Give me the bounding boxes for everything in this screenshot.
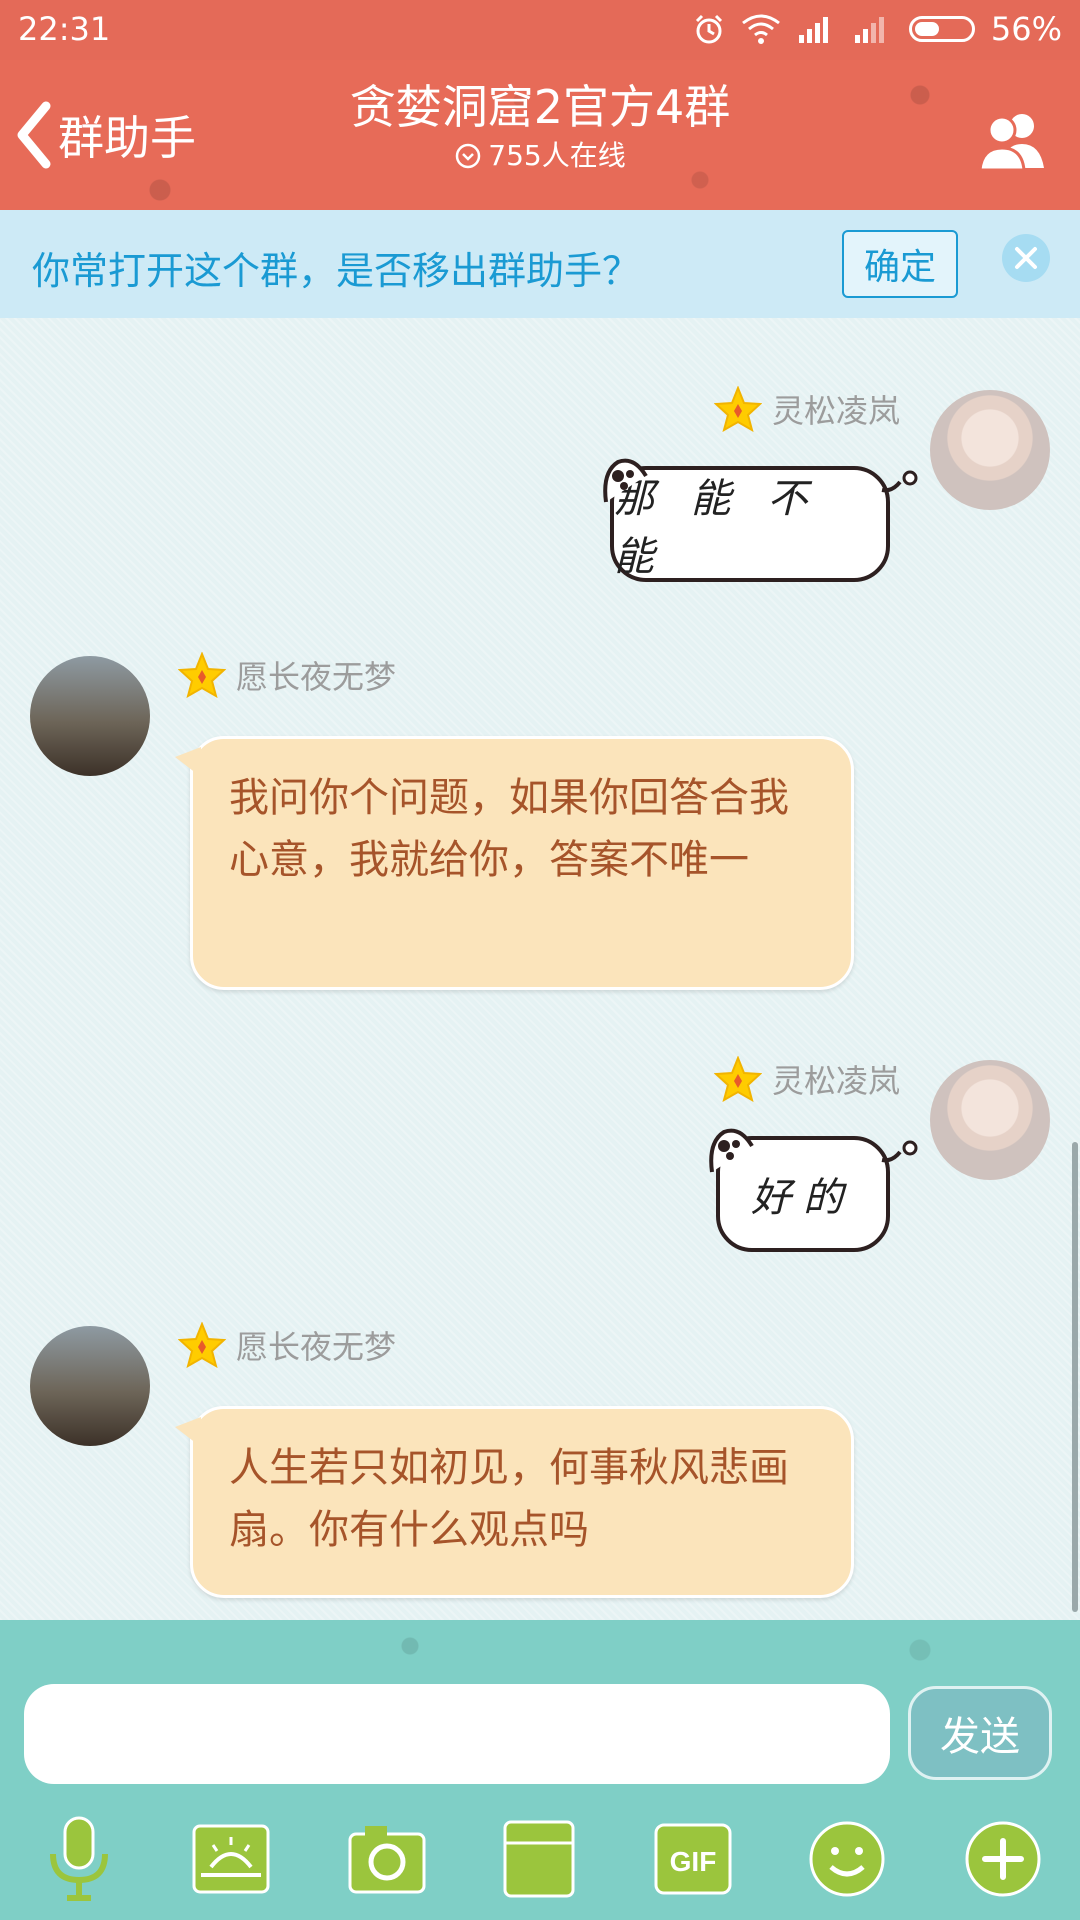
file-button[interactable] [496,1816,582,1902]
assistant-notice-bar: 你常打开这个群，是否移出群助手？ 确定 [0,210,1080,318]
battery-percent: 56% [990,10,1062,48]
send-button[interactable]: 发送 [908,1686,1052,1780]
ghost-tail-icon [881,1140,918,1163]
sender-name: 灵松凌岚 [771,392,900,430]
gif-icon: GIF [654,1823,732,1895]
avatar[interactable] [930,390,1050,510]
sender-name: 愿长夜无梦 [236,1328,397,1366]
close-notice-button[interactable] [1002,234,1050,282]
alarm-icon [695,14,722,44]
star-icon [713,1056,762,1102]
plus-icon [965,1821,1041,1897]
status-icons: 56% [693,10,1062,48]
ghost-bubble-decoration-icon [603,458,648,503]
star-icon [178,1322,226,1368]
emoji-button[interactable] [804,1816,890,1902]
gif-label: GIF [670,1846,717,1877]
ghost-bubble-decoration-icon [709,1128,754,1173]
back-button[interactable]: 群助手 [14,100,196,170]
group-members-icon[interactable] [976,108,1052,172]
avatar[interactable] [30,656,150,776]
message-text: 我问你个问题，如果你回答合我心意，我就给你，答案不唯一 [229,775,789,883]
message-bubble[interactable]: 人生若只如初见，何事秋风悲画扇。你有什么观点吗 [175,1406,854,1598]
signal-icon [798,17,828,43]
sender-row: 灵松凌岚 [713,1056,900,1102]
emoji-icon [809,1821,885,1897]
chevron-down-circle-icon [456,143,481,169]
status-bar: 22:31 56% [0,0,1080,60]
message-text: 人生若只如初见，何事秋风悲画扇。你有什么观点吗 [229,1445,789,1553]
voice-button[interactable] [36,1816,122,1902]
camera-button[interactable] [344,1816,430,1902]
page-title: 贪婪洞窟2官方4群 [349,80,731,134]
close-icon [1015,247,1037,269]
more-button[interactable] [960,1816,1046,1902]
folder-icon [503,1820,575,1898]
sender-row: 灵松凌岚 [713,386,900,432]
ghost-tail-icon [881,470,918,493]
confirm-button[interactable]: 确定 [842,230,958,298]
battery-icon [908,16,975,42]
camera-icon [348,1826,426,1894]
sender-row: 愿长夜无梦 [178,1322,396,1368]
status-time: 22:31 [18,10,111,48]
gif-button[interactable]: GIF [650,1816,736,1902]
avatar[interactable] [930,1060,1050,1180]
avatar[interactable] [30,1326,150,1446]
online-count: 755人在线 [488,139,626,172]
online-status[interactable]: 755人在线 [240,136,840,176]
sender-row: 愿长夜无梦 [178,652,396,698]
signal-2-icon [854,17,884,43]
sender-name: 灵松凌岚 [771,1062,900,1100]
sender-name: 愿长夜无梦 [236,658,397,696]
chevron-left-icon [17,101,51,169]
sunrise-image-icon [192,1824,270,1894]
title-block: 贪婪洞窟2官方4群 755人在线 [240,78,840,176]
composer-panel: 发送 GIF [0,1620,1080,1920]
scrollbar[interactable] [1072,1142,1078,1612]
album-button[interactable] [188,1816,274,1902]
star-icon [713,386,762,432]
star-icon [178,652,226,698]
message-input[interactable] [24,1684,890,1784]
message-text: 好的 [751,1175,855,1221]
message-bubble[interactable]: 我问你个问题，如果你回答合我心意，我就给你，答案不唯一 [175,736,854,990]
notice-text: 你常打开这个群，是否移出群助手？ [32,249,641,293]
wifi-icon [741,14,780,44]
microphone-icon [50,1816,108,1901]
chat-header: 群助手 贪婪洞窟2官方4群 755人在线 [0,60,1080,210]
message-list[interactable]: 灵松凌岚 那 能 不 能 愿长夜无梦 我问你个问题，如果你回答合我心意，我就给你… [0,318,1080,1620]
back-label: 群助手 [58,111,196,165]
